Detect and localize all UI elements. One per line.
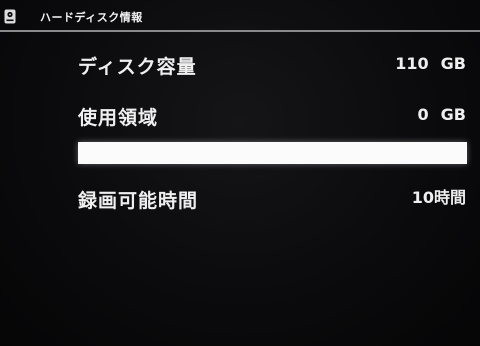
header-bar: ハードディスク情報: [0, 0, 480, 30]
disk-capacity-unit: GB: [440, 54, 466, 73]
recordable-time-label: 録画可能時間: [78, 190, 199, 212]
disk-usage-free-fill: [78, 142, 467, 164]
page-title: ハードディスク情報: [40, 11, 143, 24]
used-space-unit: GB: [440, 105, 466, 124]
used-space-label: 使用領域: [78, 107, 159, 129]
recordable-time-value: 10時間: [411, 188, 466, 207]
used-space-value: 0 GB: [418, 105, 466, 124]
disk-capacity-label: ディスク容量: [78, 56, 197, 78]
hdd-info-screen: ハードディスク情報 ディスク容量 110 GB 使用領域 0 GB 録画可能時間 1…: [0, 0, 480, 346]
disk-capacity-value: 110 GB: [395, 54, 466, 73]
disk-capacity-number: 110: [395, 54, 429, 73]
hdd-icon: [4, 9, 16, 24]
header-divider: [0, 30, 480, 32]
disk-usage-bar: [78, 142, 467, 164]
used-space-number: 0: [417, 105, 429, 124]
